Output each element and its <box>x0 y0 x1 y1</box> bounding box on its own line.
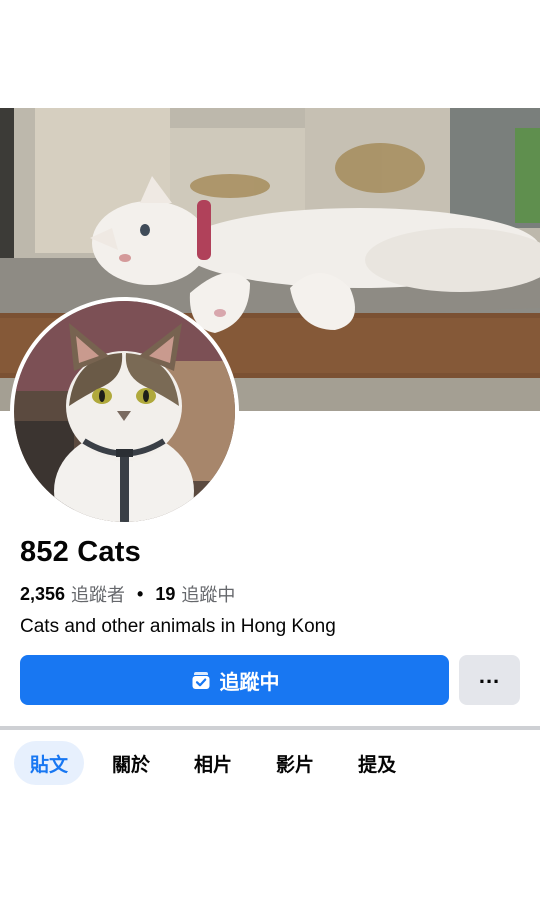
section-divider <box>0 726 540 730</box>
followers-count[interactable]: 2,356 <box>20 584 65 605</box>
profile-tabs: 貼文 關於 相片 影片 提及 <box>14 741 424 785</box>
following-check-icon <box>190 669 212 691</box>
page-title: 852 Cats <box>20 536 141 568</box>
profile-avatar[interactable] <box>10 297 239 526</box>
tab-videos[interactable]: 影片 <box>260 741 330 785</box>
avatar-cat-illustration <box>14 301 235 522</box>
tab-about[interactable]: 關於 <box>96 741 166 785</box>
profile-bio: Cats and other animals in Hong Kong <box>20 616 336 637</box>
avatar-image <box>14 301 235 522</box>
following-count[interactable]: 19 <box>155 584 175 605</box>
following-label[interactable]: 追蹤中 <box>181 581 235 607</box>
more-options-button[interactable]: ... <box>459 655 520 705</box>
follow-stats: 2,356 追蹤者 • 19 追蹤中 <box>20 581 235 607</box>
tab-photos[interactable]: 相片 <box>178 741 248 785</box>
followers-label[interactable]: 追蹤者 <box>71 581 125 607</box>
stats-separator: • <box>137 583 144 604</box>
tab-posts[interactable]: 貼文 <box>14 741 85 785</box>
tab-mentions[interactable]: 提及 <box>342 741 412 785</box>
following-button[interactable]: 追蹤中 <box>20 655 449 705</box>
more-dots-icon: ... <box>478 663 501 688</box>
following-button-label: 追蹤中 <box>219 671 280 694</box>
